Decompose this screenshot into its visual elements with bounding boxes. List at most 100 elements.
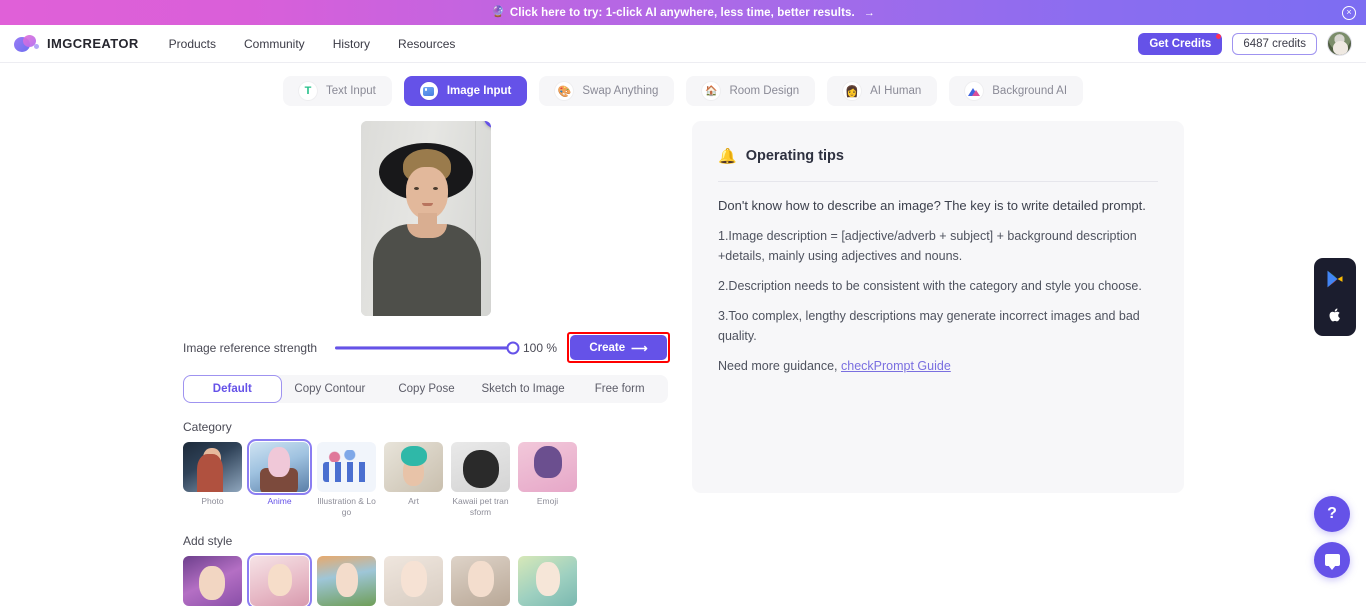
category-item-label: Emoji <box>536 496 559 506</box>
tab-ai-human[interactable]: 👩 AI Human <box>827 76 938 106</box>
segment-default[interactable]: Default <box>183 375 282 403</box>
style-thumbnail[interactable] <box>317 556 376 606</box>
style-item-6[interactable] <box>518 556 577 606</box>
category-item-emoji[interactable]: Emoji <box>518 442 577 517</box>
add-style-section-title: Add style <box>183 534 233 549</box>
tab-ai-human-label: AI Human <box>870 85 922 97</box>
style-thumbnail[interactable] <box>518 556 577 606</box>
style-item-2[interactable] <box>247 553 312 606</box>
left-panel: × Image reference strength 100 % Create … <box>0 121 670 606</box>
tab-text-input[interactable]: T Text Input <box>282 76 392 106</box>
nav-item-resources[interactable]: Resources <box>398 37 455 51</box>
app-store-dock <box>1314 258 1356 336</box>
category-item-label: Kawaii pet transform <box>452 496 509 517</box>
upload-preview-wrapper: × <box>361 121 491 316</box>
style-thumbnail[interactable] <box>183 556 242 606</box>
style-thumbnail[interactable] <box>247 553 312 606</box>
get-credits-label: Get Credits <box>1149 37 1212 50</box>
bell-icon: 🔔 <box>718 148 737 165</box>
nav-item-community[interactable]: Community <box>244 37 305 51</box>
chat-button[interactable] <box>1314 542 1350 578</box>
slider-fill <box>335 346 513 349</box>
brand-logo[interactable]: IMGCREATOR <box>14 34 139 53</box>
segment-sketch-to-image[interactable]: Sketch to Image <box>475 375 572 403</box>
category-item-art[interactable]: Art <box>384 442 443 517</box>
chat-icon <box>1324 554 1340 570</box>
apple-app-store-icon[interactable] <box>1324 304 1346 326</box>
logo-icon <box>14 34 40 53</box>
style-item-4[interactable] <box>384 556 443 606</box>
category-item-label: Anime <box>267 496 292 506</box>
close-icon[interactable]: × <box>1342 5 1356 20</box>
image-reference-strength-row: Image reference strength 100 % Create ⟶ <box>183 332 670 363</box>
category-item-anime[interactable]: Anime <box>247 439 312 517</box>
category-thumbnail[interactable] <box>247 439 312 495</box>
style-item-1[interactable] <box>183 556 242 606</box>
promo-banner[interactable]: 🔮 Click here to try: 1-click AI anywhere… <box>0 0 1366 25</box>
mode-segmented-control: Default Copy Contour Copy Pose Sketch to… <box>183 375 668 403</box>
category-thumbnail[interactable] <box>518 442 577 492</box>
arrow-right-icon: → <box>863 6 875 19</box>
strength-value: 100 % <box>523 340 558 355</box>
background-ai-icon <box>965 82 984 100</box>
operating-tips-footer-text: Need more guidance, <box>718 359 841 374</box>
room-design-icon: 🏠 <box>702 82 721 100</box>
category-thumbnail[interactable] <box>317 442 376 492</box>
image-input-icon <box>419 82 438 100</box>
text-input-icon: T <box>298 82 317 100</box>
style-item-3[interactable] <box>317 556 376 606</box>
style-thumbnail[interactable] <box>451 556 510 606</box>
brand-name: IMGCREATOR <box>47 36 139 51</box>
nav-right-actions: Get Credits 6487 credits <box>1138 31 1352 56</box>
nav-item-history[interactable]: History <box>333 37 370 51</box>
segment-free-form[interactable]: Free form <box>571 375 668 403</box>
style-thumbnail[interactable] <box>384 556 443 606</box>
category-item-illustration-logo[interactable]: Illustration & Logo <box>317 442 376 517</box>
category-thumbnail-list: Photo Anime Illustration & Logo Art Kawa… <box>183 439 670 517</box>
style-item-5[interactable] <box>451 556 510 606</box>
strength-label: Image reference strength <box>183 340 318 355</box>
tab-image-input[interactable]: Image Input <box>403 76 528 106</box>
divider <box>718 181 1158 182</box>
category-item-kawaii-pet-transform[interactable]: Kawaii pet transform <box>451 442 510 517</box>
google-play-icon[interactable] <box>1324 268 1346 290</box>
category-thumbnail[interactable] <box>384 442 443 492</box>
tab-background-ai[interactable]: Background AI <box>949 76 1084 106</box>
help-button[interactable]: ? <box>1314 496 1350 532</box>
nav-item-products[interactable]: Products <box>169 37 216 51</box>
category-item-photo[interactable]: Photo <box>183 442 242 517</box>
promo-banner-content[interactable]: 🔮 Click here to try: 1-click AI anywhere… <box>491 7 875 19</box>
nav-links: Products Community History Resources <box>169 37 456 51</box>
slider-thumb[interactable] <box>506 341 520 354</box>
category-thumbnail[interactable] <box>183 442 242 492</box>
category-item-label: Illustration & Logo <box>317 496 376 517</box>
operating-tip-3: 3.Too complex, lengthy descriptions may … <box>718 309 1140 343</box>
strength-slider[interactable] <box>335 340 520 356</box>
arrow-right-icon: ⟶ <box>631 342 648 355</box>
avatar[interactable] <box>1327 31 1352 56</box>
tab-swap-anything[interactable]: 🎨 Swap Anything <box>539 76 675 106</box>
sparkle-icon: 🔮 <box>491 6 505 18</box>
tab-room-design-label: Room Design <box>729 85 800 97</box>
uploaded-image-preview[interactable]: × <box>361 121 491 316</box>
credit-balance-pill[interactable]: 6487 credits <box>1232 32 1317 55</box>
category-item-label: Photo <box>201 496 224 506</box>
category-item-label: Art <box>408 496 419 506</box>
create-button-highlight: Create ⟶ <box>567 332 670 363</box>
category-section-title: Category <box>183 420 232 434</box>
top-navigation: IMGCREATOR Products Community History Re… <box>0 25 1366 63</box>
operating-tip-1: 1.Image description = [adjective/adverb … <box>718 229 1137 263</box>
tab-background-ai-label: Background AI <box>992 85 1068 97</box>
category-thumbnail[interactable] <box>451 442 510 492</box>
tab-room-design[interactable]: 🏠 Room Design <box>686 76 816 106</box>
segment-copy-contour[interactable]: Copy Contour <box>282 375 379 403</box>
add-style-thumbnail-list <box>183 553 670 606</box>
floating-action-buttons: ? <box>1314 496 1350 578</box>
segment-copy-pose[interactable]: Copy Pose <box>378 375 475 403</box>
operating-tips-footer: Need more guidance, checkPrompt Guide <box>718 357 1158 376</box>
swap-anything-icon: 🎨 <box>555 82 574 100</box>
create-button[interactable]: Create ⟶ <box>570 335 667 360</box>
tab-swap-anything-label: Swap Anything <box>582 85 659 97</box>
prompt-guide-link[interactable]: checkPrompt Guide <box>841 359 951 373</box>
get-credits-button[interactable]: Get Credits <box>1138 32 1223 55</box>
